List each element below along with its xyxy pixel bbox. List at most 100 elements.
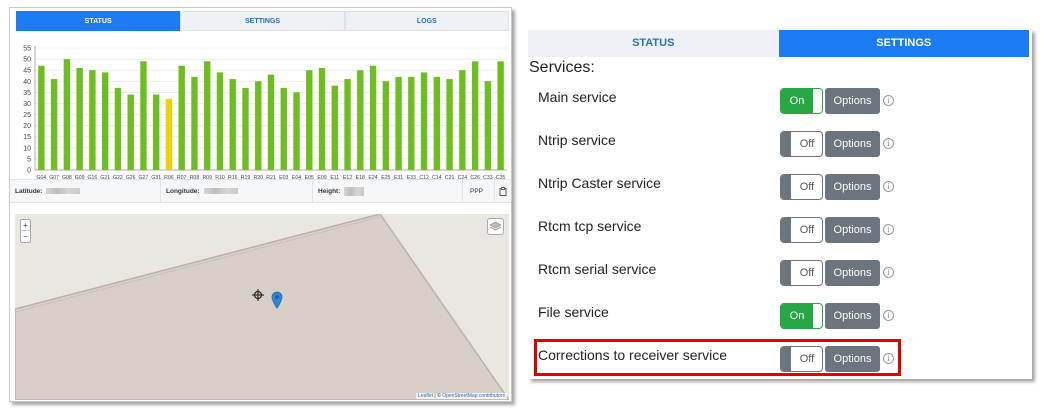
snr-bar[interactable] [255,81,262,170]
snr-bar[interactable] [408,76,415,170]
attribution-separator: | © [433,393,443,399]
info-icon[interactable]: i [883,138,894,149]
tab-logs[interactable]: LOGS [344,11,509,31]
zoom-control: + − [20,219,31,243]
y-tick-label: 30 [23,101,31,108]
snr-bar[interactable] [357,70,364,170]
service-label: Rtcm serial service [538,261,657,277]
service-label: Main service [538,89,617,105]
info-icon[interactable]: i [883,95,894,106]
snr-bar[interactable] [165,99,173,170]
toggle-state-label: Off [799,181,815,193]
info-icon[interactable]: i [883,310,894,321]
options-button[interactable]: Options [825,303,880,329]
map-marker-icon[interactable] [271,291,283,309]
snr-bar[interactable] [395,76,402,170]
snr-bar[interactable] [114,87,122,170]
snr-bar[interactable] [497,61,504,170]
latitude-value-redacted [46,188,81,194]
snr-bar[interactable] [344,79,351,170]
info-icon[interactable]: i [883,224,894,235]
toggle-state-label: On [789,95,805,107]
snr-bar[interactable] [318,67,326,170]
snr-chart-svg: 0510152025303540455055G04 G07 G08 G09 G16 G21… [23,46,507,181]
snr-bar[interactable] [153,94,160,170]
snr-bar[interactable] [293,92,300,170]
y-tick-label: 20 [23,123,31,130]
height-box: Height: [313,180,463,202]
options-button[interactable]: Options [825,260,880,286]
snr-bar[interactable] [178,65,185,170]
snr-bar[interactable] [306,70,313,170]
snr-bar[interactable] [38,65,45,170]
left-tab-bar: STATUS SETTINGS LOGS [16,11,509,31]
snr-bar[interactable] [331,85,338,170]
snr-bar[interactable] [191,76,198,170]
service-toggle[interactable]: On [780,88,823,114]
snr-bar[interactable] [446,79,453,170]
service-toggle[interactable]: Off [780,217,823,243]
y-tick-label: 10 [23,145,31,152]
y-tick-label: 0 [27,168,31,175]
snr-bar[interactable] [369,65,377,170]
service-toggle[interactable]: Off [780,260,823,286]
y-tick-label: 55 [23,46,31,53]
tab-settings[interactable]: SETTINGS [778,30,1029,57]
service-row: File service On Options i [528,303,1032,333]
map-attribution: Leaflet | © OpenStreetMap contributors [416,393,507,399]
snr-bar[interactable] [76,67,83,170]
tab-status[interactable]: STATUS [528,30,779,57]
snr-bar[interactable] [140,61,147,170]
snr-bar[interactable] [459,70,466,170]
snr-bar[interactable] [127,94,134,170]
layers-button[interactable] [487,218,504,235]
snr-bar[interactable] [471,61,479,170]
snr-bar[interactable] [216,72,224,170]
service-toggle[interactable]: Off [780,174,823,200]
y-tick-label: 5 [27,156,31,163]
snr-bar[interactable] [50,79,58,170]
snr-bar[interactable] [433,76,441,170]
height-value-redacted [344,186,365,196]
snr-bar[interactable] [242,87,249,170]
service-toggle[interactable]: On [780,303,823,329]
snr-bar[interactable] [484,81,492,170]
tab-status[interactable]: STATUS [16,11,181,31]
snr-bar[interactable] [267,74,275,170]
service-label: Ntrip service [538,132,616,148]
copy-box[interactable] [495,180,511,202]
solution-type: PPP [470,187,484,195]
options-button[interactable]: Options [825,217,880,243]
y-tick-label: 15 [23,134,31,141]
toggle-handle [781,261,791,285]
longitude-box: Longitude: [161,180,313,202]
clipboard-icon[interactable] [499,186,507,196]
info-icon[interactable]: i [883,181,894,192]
options-button[interactable]: Options [825,131,880,157]
snr-bar[interactable] [229,79,236,170]
options-button[interactable]: Options [825,174,880,200]
settings-panel: STATUS SETTINGS Services: Main service On… [528,29,1032,379]
right-tab-bar: STATUS SETTINGS [528,30,1029,57]
zoom-out-button[interactable]: − [21,231,30,242]
status-panel: STATUS SETTINGS LOGS 0 5 10 15 20 25 30 35 40 45 5… [9,7,512,402]
satellite-snr-chart: 0 5 10 15 20 25 30 35 40 45 50 55 G04 G07 G08 G09 G16 G21… [13,36,509,184]
snr-bar[interactable] [101,72,109,170]
longitude-label: Longitude: [166,187,200,195]
info-icon[interactable]: i [883,267,894,278]
options-button[interactable]: Options [825,88,880,114]
snr-bar[interactable] [382,81,389,170]
position-map[interactable]: + − Leaflet | © OpenStreetMap contributo… [15,214,509,400]
zoom-in-button[interactable]: + [21,220,30,231]
snr-bar[interactable] [280,87,287,170]
tab-settings[interactable]: SETTINGS [180,11,345,31]
leaflet-link[interactable]: Leaflet [418,393,433,399]
service-row: Rtcm serial service Off Options i [528,260,1032,290]
snr-bar[interactable] [204,61,211,170]
osm-link[interactable]: OpenStreetMap contributors [442,393,505,399]
position-bar: Latitude: Longitude: Height: PPP [10,179,511,203]
snr-bar[interactable] [89,70,96,170]
snr-bar[interactable] [63,59,71,170]
snr-bar[interactable] [420,72,428,170]
service-toggle[interactable]: Off [780,131,823,157]
